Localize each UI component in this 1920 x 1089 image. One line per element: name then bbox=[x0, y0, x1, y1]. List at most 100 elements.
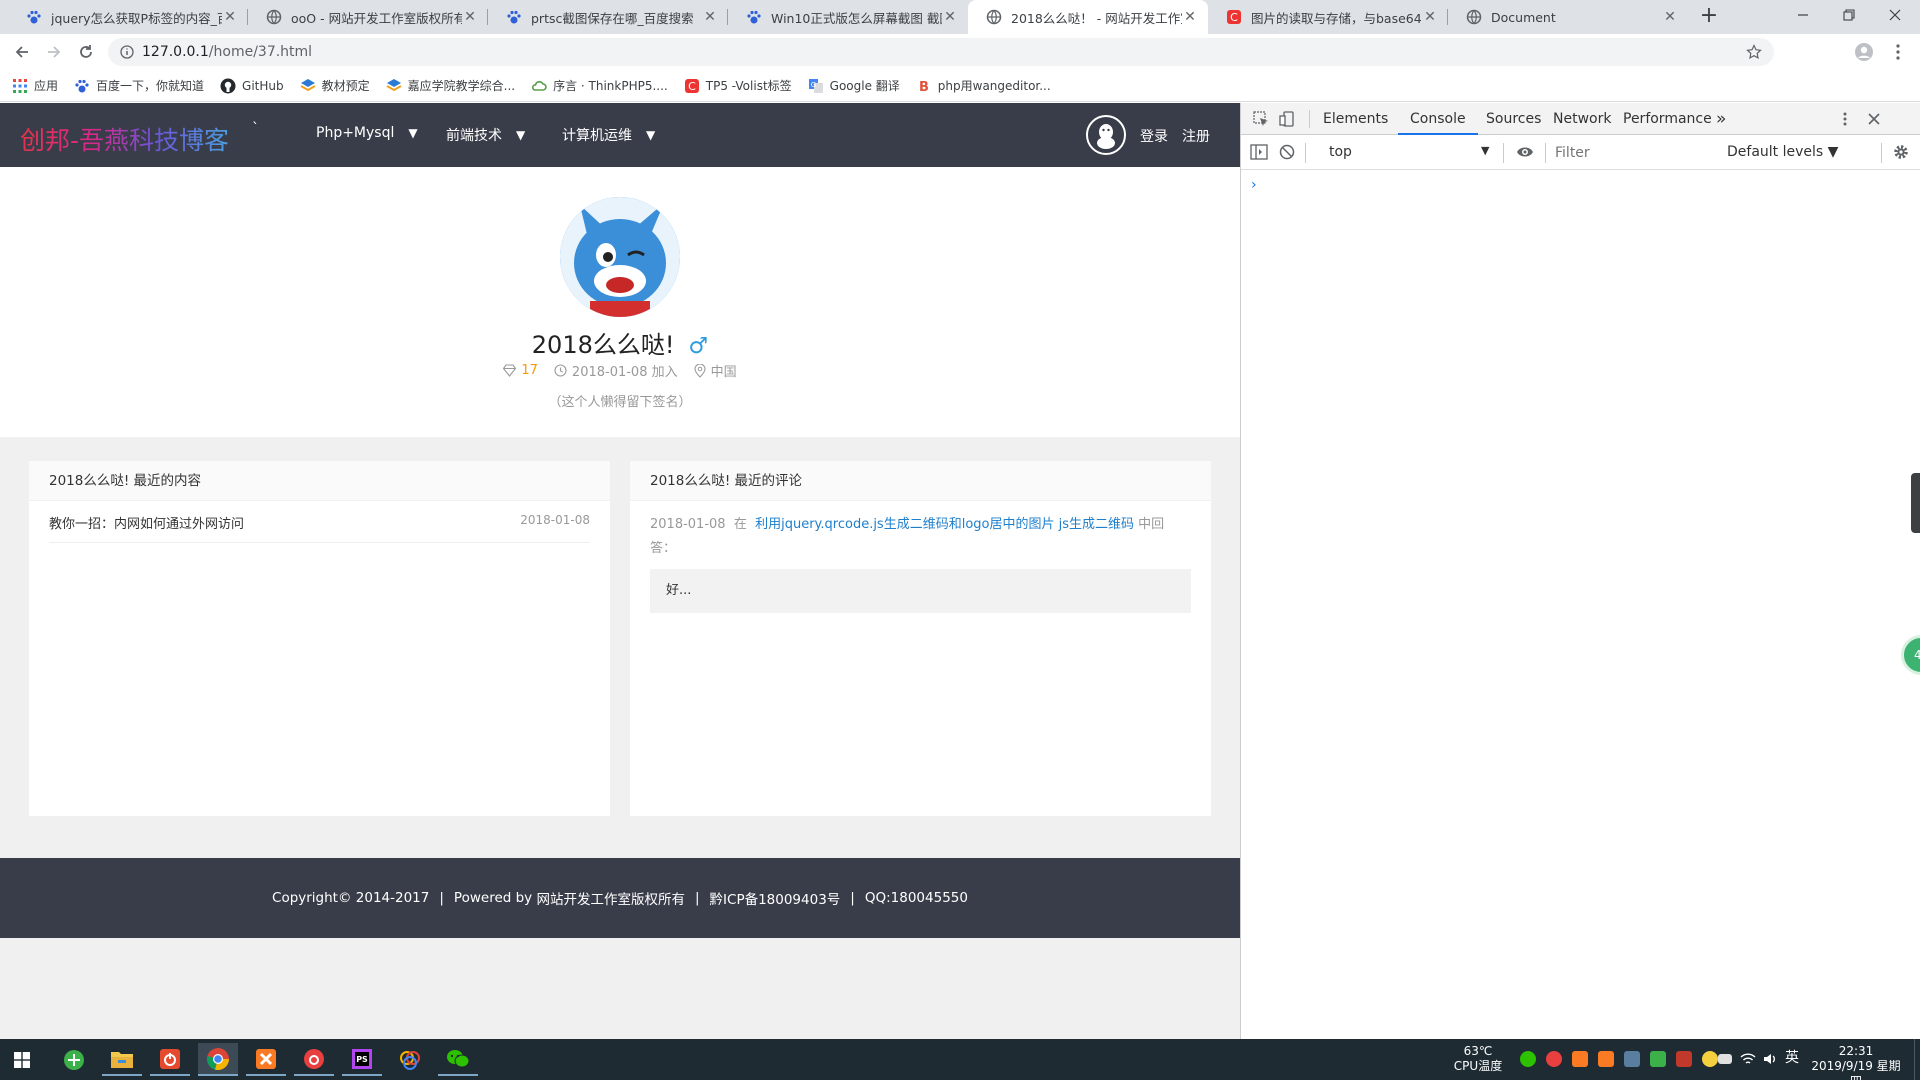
bookmark-apps[interactable]: 应用 bbox=[12, 77, 58, 94]
bookmark-jiaying[interactable]: 嘉应学院教学综合... bbox=[386, 77, 515, 94]
power-app-icon[interactable] bbox=[150, 1043, 190, 1076]
bookmark-wangeditor[interactable]: Bphp用wangeditor... bbox=[916, 77, 1051, 94]
battery-icon[interactable] bbox=[1718, 1054, 1732, 1064]
info-icon[interactable] bbox=[120, 45, 134, 59]
login-link[interactable]: 登录 bbox=[1140, 126, 1168, 146]
context-caret-icon[interactable]: ▼ bbox=[1481, 144, 1489, 157]
more-tabs-icon[interactable]: » bbox=[1704, 103, 1738, 135]
netease-music-icon[interactable] bbox=[294, 1043, 334, 1076]
chrome-icon[interactable] bbox=[198, 1043, 238, 1076]
bookmark-textbook[interactable]: 教材预定 bbox=[300, 77, 370, 94]
floating-speed-badge[interactable]: 48 bbox=[1901, 635, 1920, 675]
live-expression-eye-icon[interactable] bbox=[1515, 142, 1535, 162]
window-close-icon[interactable] bbox=[1872, 0, 1918, 30]
browser-tab[interactable]: Win10正式版怎么屏幕截图 截图 ✕ bbox=[728, 0, 968, 34]
log-levels-dropdown[interactable]: Default levels ▼ bbox=[1727, 144, 1838, 160]
inspect-element-icon[interactable] bbox=[1251, 109, 1271, 129]
footer-powered-link[interactable]: 网站开发工作室版权所有 bbox=[536, 888, 685, 908]
forward-arrow-icon[interactable] bbox=[42, 40, 66, 64]
colorful-app-icon[interactable] bbox=[390, 1043, 430, 1076]
register-link[interactable]: 注册 bbox=[1182, 126, 1210, 146]
wechat-icon[interactable] bbox=[438, 1043, 478, 1076]
footer-separator: | bbox=[694, 890, 700, 906]
user-tray-icon[interactable] bbox=[1624, 1051, 1640, 1067]
minimize-icon[interactable] bbox=[1780, 0, 1826, 30]
bookmark-google-translate[interactable]: G Google 翻译 bbox=[808, 77, 900, 94]
clock-date[interactable]: 2019/9/19 星期四 bbox=[1806, 1059, 1906, 1089]
tab-close-icon[interactable]: ✕ bbox=[462, 9, 478, 25]
xampp-icon[interactable] bbox=[246, 1043, 286, 1076]
console-settings-gear-icon[interactable] bbox=[1891, 142, 1911, 162]
tab-close-icon[interactable]: ✕ bbox=[702, 9, 718, 25]
devtools-close-icon[interactable] bbox=[1864, 109, 1884, 129]
list-item[interactable]: 教你一招：内网如何通过外网访问 2018-01-08 bbox=[49, 513, 590, 543]
file-explorer-icon[interactable] bbox=[102, 1043, 142, 1076]
tab-elements[interactable]: Elements bbox=[1311, 103, 1400, 135]
site-logo[interactable]: 创邦-吾燕科技博客 bbox=[20, 121, 229, 157]
nav-frontend[interactable]: 前端技术 ▼ bbox=[446, 125, 525, 145]
volume-icon[interactable] bbox=[1762, 1051, 1778, 1067]
cloud-icon bbox=[532, 80, 547, 91]
devtools-menu-icon[interactable] bbox=[1835, 109, 1855, 129]
browser-tab[interactable]: Document ✕ bbox=[1448, 0, 1688, 34]
clear-console-icon[interactable] bbox=[1277, 142, 1297, 162]
bookmark-thinkphp[interactable]: 序言 · ThinkPHP5.... bbox=[531, 77, 668, 94]
wechat-tray-icon[interactable] bbox=[1520, 1051, 1536, 1067]
bookmark-star-icon[interactable] bbox=[1746, 44, 1762, 60]
comment-article-link[interactable]: 利用jquery.qrcode.js生成二维码和logo居中的图片 js生成二维… bbox=[755, 517, 1134, 532]
browser-tab[interactable]: ooO - 网站开发工作室版权所有 ✕ bbox=[248, 0, 488, 34]
360-tray-icon[interactable] bbox=[1702, 1051, 1718, 1067]
nav-ops[interactable]: 计算机运维 ▼ bbox=[562, 125, 655, 145]
restore-icon[interactable] bbox=[1826, 0, 1872, 30]
browser-tab[interactable]: C 图片的读取与存储，与base64的 ✕ bbox=[1208, 0, 1448, 34]
floating-side-handle[interactable] bbox=[1911, 473, 1920, 533]
wifi-icon[interactable] bbox=[1740, 1051, 1756, 1067]
display-tray-icon[interactable] bbox=[1676, 1051, 1692, 1067]
address-bar[interactable]: 127.0.0.1/home/37.html bbox=[108, 38, 1774, 66]
tab-close-icon[interactable]: ✕ bbox=[1422, 9, 1438, 25]
reload-icon[interactable] bbox=[74, 40, 98, 64]
back-arrow-icon[interactable] bbox=[10, 40, 34, 64]
bookmark-tp5[interactable]: C TP5 -Volist标签 bbox=[684, 77, 792, 94]
browser-menu-icon[interactable] bbox=[1886, 40, 1910, 64]
browser-tab[interactable]: jquery怎么获取P标签的内容_百度 ✕ bbox=[8, 0, 248, 34]
profile-avatar-icon[interactable] bbox=[1852, 40, 1876, 64]
clock-time[interactable]: 22:31 bbox=[1806, 1044, 1906, 1059]
console-filter-input[interactable] bbox=[1553, 142, 1703, 164]
qq-login-icon[interactable] bbox=[1086, 115, 1126, 155]
csdn-icon: C bbox=[1227, 10, 1241, 24]
ime-indicator[interactable]: 英 bbox=[1784, 1051, 1800, 1066]
new-tab-button[interactable]: + bbox=[1696, 4, 1722, 30]
context-selector[interactable]: top bbox=[1329, 144, 1499, 160]
profile-username: 2018么么哒! bbox=[531, 331, 675, 359]
apps-grid-icon bbox=[13, 78, 27, 93]
bookmark-github[interactable]: GitHub bbox=[220, 78, 284, 94]
xampp-tray-icon[interactable] bbox=[1572, 1051, 1588, 1067]
bookmark-baidu[interactable]: 百度一下，你就知道 bbox=[74, 77, 204, 94]
nav-php-mysql[interactable]: Php+Mysql ▼ bbox=[316, 125, 418, 141]
netease-tray-icon[interactable] bbox=[1546, 1051, 1562, 1067]
tab-close-icon[interactable]: ✕ bbox=[222, 9, 238, 25]
bookmark-label: 嘉应学院教学综合... bbox=[407, 79, 516, 93]
device-toolbar-icon[interactable] bbox=[1277, 109, 1297, 129]
xampp-tray-icon-2[interactable] bbox=[1598, 1051, 1614, 1067]
phpstorm-icon[interactable]: PS bbox=[342, 1043, 382, 1076]
browser-tab[interactable]: prtsc截图保存在哪_百度搜索 ✕ bbox=[488, 0, 728, 34]
tab-close-icon[interactable]: ✕ bbox=[1182, 9, 1198, 25]
content-title-link[interactable]: 教你一招：内网如何通过外网访问 bbox=[49, 513, 244, 542]
footer-icp[interactable]: 黔ICP备18009403号 bbox=[710, 888, 841, 908]
console-prompt-icon[interactable]: › bbox=[1251, 177, 1257, 193]
tab-title: ooO - 网站开发工作室版权所有 bbox=[291, 10, 462, 26]
cpu-temp-label: CPU温度 bbox=[1453, 1059, 1503, 1073]
windows-start-icon[interactable] bbox=[2, 1043, 42, 1076]
browser-tab-active[interactable]: 2018么么哒！ - 网站开发工作室 ✕ bbox=[968, 0, 1208, 34]
baidu-paw-icon bbox=[507, 10, 521, 24]
tab-console[interactable]: Console bbox=[1398, 103, 1478, 135]
tab-close-icon[interactable]: ✕ bbox=[1662, 9, 1678, 25]
nvidia-tray-icon[interactable] bbox=[1650, 1051, 1666, 1067]
user-avatar[interactable] bbox=[560, 197, 680, 317]
tab-close-icon[interactable]: ✕ bbox=[942, 9, 958, 25]
360-browser-icon[interactable] bbox=[54, 1043, 94, 1076]
sidebar-toggle-icon[interactable] bbox=[1249, 142, 1269, 162]
show-desktop-button[interactable] bbox=[1914, 1039, 1920, 1080]
